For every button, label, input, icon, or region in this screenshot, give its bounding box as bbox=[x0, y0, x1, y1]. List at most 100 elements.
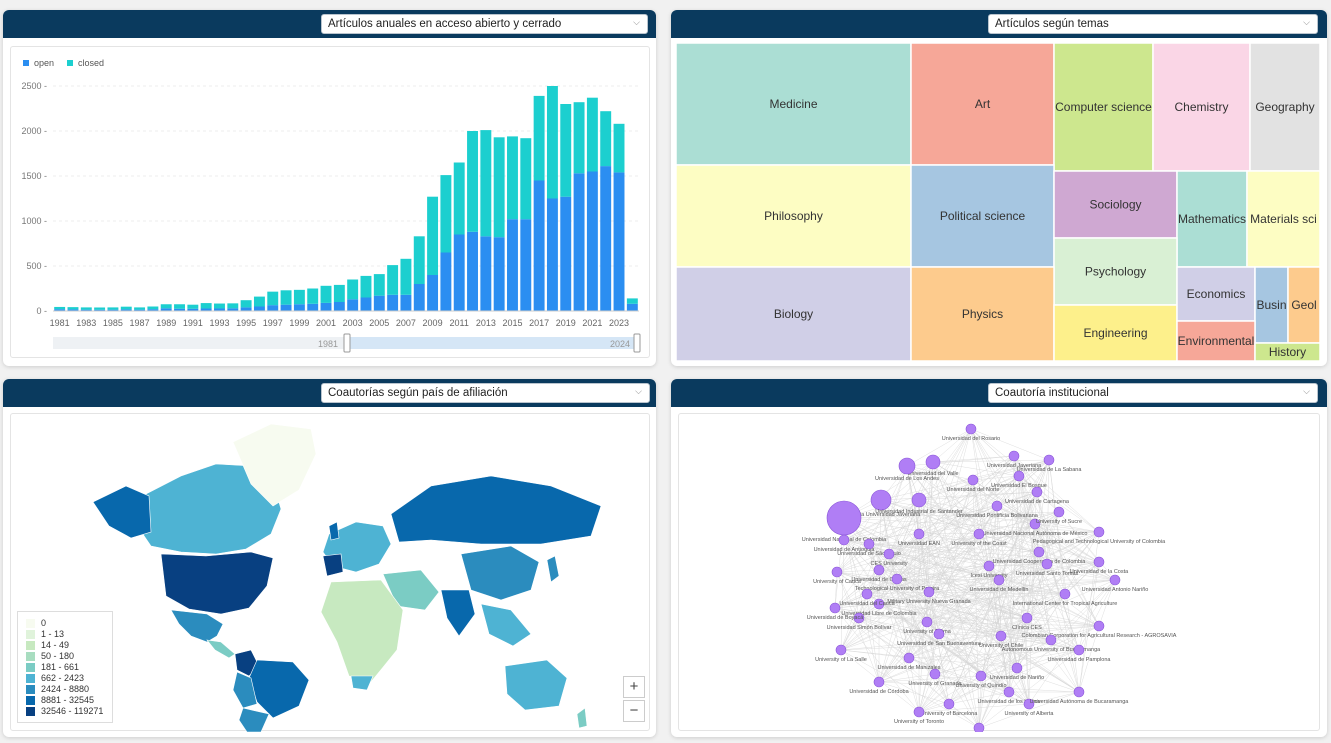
bar-closed-1986[interactable] bbox=[120, 306, 132, 310]
bar-closed-1997[interactable] bbox=[267, 291, 279, 306]
network-node[interactable]: Universidad de Córdoba bbox=[849, 676, 910, 695]
bar-closed-1995[interactable] bbox=[240, 300, 252, 308]
map-country-south-africa[interactable] bbox=[350, 675, 374, 691]
treemap-cell-busin[interactable]: Busin bbox=[1254, 266, 1289, 344]
bar-closed-2020[interactable] bbox=[573, 102, 585, 174]
bar-open-2019[interactable] bbox=[560, 196, 572, 311]
treemap-cell-political-science[interactable]: Political science bbox=[910, 164, 1055, 268]
bar-open-2012[interactable] bbox=[467, 231, 478, 311]
bar-open-2007[interactable] bbox=[400, 294, 412, 311]
treemap-cell-philosophy[interactable]: Philosophy bbox=[675, 164, 912, 268]
treemap-cell-history[interactable]: History bbox=[1254, 342, 1321, 362]
bar-open-1995[interactable] bbox=[240, 307, 252, 311]
map-country-alaska[interactable] bbox=[92, 485, 152, 539]
bar-closed-2006[interactable] bbox=[387, 265, 399, 295]
map-country-russia[interactable] bbox=[390, 475, 602, 545]
map-country-africa[interactable] bbox=[320, 579, 404, 683]
bar-closed-2021[interactable] bbox=[586, 97, 598, 172]
bar-closed-2014[interactable] bbox=[493, 137, 505, 238]
bar-open-1996[interactable] bbox=[253, 306, 265, 312]
bar-open-2022[interactable] bbox=[600, 166, 612, 311]
bar-closed-2013[interactable] bbox=[480, 130, 492, 237]
bar-open-2002[interactable] bbox=[333, 302, 345, 311]
map-area[interactable]: 01 - 13 14 - 49 50 - 180 181 - 661 662 - 242… bbox=[10, 413, 650, 733]
treemap-cell-biology[interactable]: Biology bbox=[675, 266, 912, 362]
bar-open-2023[interactable] bbox=[613, 172, 625, 311]
bar-closed-1993[interactable] bbox=[214, 303, 225, 309]
bar-closed-1990[interactable] bbox=[174, 304, 185, 309]
bar-closed-2004[interactable] bbox=[360, 275, 372, 298]
bar-open-2003[interactable] bbox=[347, 299, 359, 311]
bar-closed-2012[interactable] bbox=[467, 131, 478, 232]
bar-open-2000[interactable] bbox=[307, 303, 319, 311]
year-range-slider[interactable]: 1981 2024 bbox=[53, 333, 641, 353]
legend-label-open[interactable]: open bbox=[34, 58, 54, 68]
map-country-argentina-chile[interactable] bbox=[238, 707, 270, 733]
bar-closed-1996[interactable] bbox=[253, 296, 265, 307]
treemap-cell-computer-science[interactable]: Computer science bbox=[1053, 42, 1154, 172]
bar-closed-1998[interactable] bbox=[280, 290, 292, 305]
bar-closed-1991[interactable] bbox=[187, 304, 199, 309]
bar-closed-2023[interactable] bbox=[613, 123, 625, 173]
slider-min-handle[interactable] bbox=[343, 333, 351, 353]
bar-open-2005[interactable] bbox=[373, 295, 385, 311]
network-node[interactable]: Clínica CES bbox=[1012, 612, 1042, 631]
annual-chart-selector[interactable]: Artículos anuales en acceso abierto y ce… bbox=[321, 14, 648, 34]
bar-open-2017[interactable] bbox=[533, 180, 545, 312]
network-node[interactable]: Universidad Autónoma de Bucaramanga bbox=[1030, 686, 1130, 705]
bar-closed-2024[interactable] bbox=[626, 298, 638, 304]
network-nodes[interactable]: Universidad del RosarioUniversidad de La… bbox=[802, 423, 1177, 737]
bar-open-2001[interactable] bbox=[320, 302, 332, 311]
bar-closed-2019[interactable] bbox=[560, 104, 572, 197]
bar-closed-1983[interactable] bbox=[80, 307, 92, 310]
bar-closed-2003[interactable] bbox=[347, 279, 359, 300]
bar-open-1999[interactable] bbox=[293, 304, 305, 311]
bar-closed-2016[interactable] bbox=[520, 138, 532, 220]
network-node[interactable]: Universidad de Cartagena bbox=[1005, 486, 1070, 505]
treemap-cell-engineering[interactable]: Engineering bbox=[1053, 304, 1178, 362]
map-country-spain-france[interactable] bbox=[322, 553, 344, 577]
treemap-cell-physics[interactable]: Physics bbox=[910, 266, 1055, 362]
network-chart-selector[interactable]: Coautoría institucional ⌵ bbox=[988, 383, 1318, 403]
bar-closed-2000[interactable] bbox=[307, 288, 319, 304]
bar-closed-1989[interactable] bbox=[160, 304, 172, 309]
institution-network-graph[interactable]: Universidad del RosarioUniversidad de La… bbox=[679, 414, 1321, 737]
map-country-china[interactable] bbox=[460, 545, 540, 601]
network-node[interactable]: Universidad del Rosario bbox=[942, 423, 1000, 442]
bar-open-1998[interactable] bbox=[280, 304, 292, 311]
map-country-mexico[interactable] bbox=[170, 609, 224, 643]
treemap-cell-art[interactable]: Art bbox=[910, 42, 1055, 166]
bar-closed-1987[interactable] bbox=[134, 307, 146, 310]
network-node[interactable]: University of Buenos Aires bbox=[947, 722, 1011, 737]
network-node[interactable]: University of La Salle bbox=[815, 644, 867, 663]
bar-open-2021[interactable] bbox=[586, 171, 598, 312]
bar-open-2016[interactable] bbox=[520, 219, 532, 311]
treemap-cell-geol[interactable]: Geol bbox=[1287, 266, 1321, 344]
treemap-cell-sociology[interactable]: Sociology bbox=[1053, 170, 1178, 239]
treemap-cell-economics[interactable]: Economics bbox=[1176, 266, 1256, 322]
bar-open-2004[interactable] bbox=[360, 297, 372, 312]
bar-open-2009[interactable] bbox=[427, 275, 439, 311]
network-node[interactable]: University of Granada bbox=[908, 668, 963, 687]
bar-closed-2010[interactable] bbox=[440, 175, 452, 253]
map-chart-selector[interactable]: Coautorías según país de afiliación ⌵ bbox=[321, 383, 650, 403]
bar-open-2006[interactable] bbox=[387, 294, 399, 311]
bar-closed-2018[interactable] bbox=[546, 86, 558, 199]
treemap-cell-geography[interactable]: Geography bbox=[1249, 42, 1321, 172]
zoom-out-button[interactable]: − bbox=[623, 700, 645, 722]
legend-swatch-closed[interactable] bbox=[67, 60, 73, 66]
treemap-cell-medicine[interactable]: Medicine bbox=[675, 42, 912, 166]
map-country-central-america[interactable] bbox=[206, 639, 236, 659]
topics-chart-selector[interactable]: Artículos según temas ⌵ bbox=[988, 14, 1318, 34]
legend-label-closed[interactable]: closed bbox=[78, 58, 104, 68]
bar-closed-1981[interactable] bbox=[54, 306, 66, 310]
treemap-cell-psychology[interactable]: Psychology bbox=[1053, 237, 1178, 306]
bar-closed-2009[interactable] bbox=[427, 196, 439, 275]
treemap-cell-mathematics[interactable]: Mathematics bbox=[1176, 170, 1248, 268]
bar-open-2008[interactable] bbox=[413, 284, 425, 311]
map-country-japan[interactable] bbox=[546, 555, 560, 583]
bar-open-2013[interactable] bbox=[480, 236, 492, 311]
bar-closed-1992[interactable] bbox=[200, 303, 212, 309]
network-node[interactable]: University of Sucre bbox=[1036, 506, 1082, 525]
legend-swatch-open[interactable] bbox=[23, 60, 29, 66]
